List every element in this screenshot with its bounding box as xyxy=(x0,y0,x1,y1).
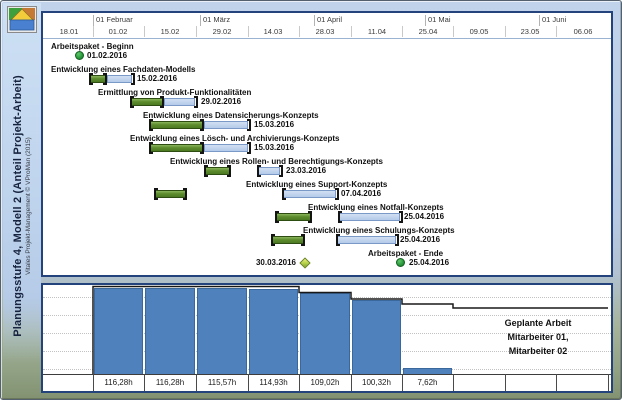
task-bar-planned[interactable] xyxy=(258,167,280,175)
task-bar-planned[interactable] xyxy=(107,75,132,83)
task-bar-actual[interactable] xyxy=(150,121,203,129)
workload-value-cell: 115,57h xyxy=(196,375,248,390)
bar-end-bracket xyxy=(247,119,251,131)
gantt-panel: 01 Februar01 März01 April01 Mai01 Juni 1… xyxy=(41,11,613,277)
task-bar-planned[interactable] xyxy=(283,190,336,198)
task-label: Entwicklung eines Notfall-Konzepts xyxy=(308,203,444,212)
task-label: Arbeitspaket - Beginn xyxy=(51,42,134,51)
task-label: Entwicklung eines Support-Konzepts xyxy=(246,180,387,189)
workload-value-cell xyxy=(453,375,505,390)
task-bar-actual[interactable] xyxy=(272,236,304,244)
gantt-chart-area: Arbeitspaket - Beginn01.02.2016 Entwicklu… xyxy=(43,13,611,275)
bar-start-bracket xyxy=(130,96,134,108)
legend-line: Mitarbeiter 02 xyxy=(475,344,601,358)
bar-mid-bracket xyxy=(308,211,312,223)
task-bar-actual[interactable] xyxy=(150,144,203,152)
task-bar-actual[interactable] xyxy=(155,190,186,198)
task-date: 25.04.2016 xyxy=(404,212,444,222)
milestone-date: 30.03.2016 xyxy=(236,258,296,268)
bar-start-bracket xyxy=(275,211,279,223)
bar-end-bracket xyxy=(279,165,283,177)
milestone-dot[interactable] xyxy=(396,258,405,267)
workload-bar[interactable] xyxy=(145,288,195,374)
bar-start-bracket xyxy=(271,234,275,246)
milestone-diamond[interactable] xyxy=(299,257,310,268)
task-date: 29.02.2016 xyxy=(201,97,241,107)
bar-start-bracket xyxy=(257,165,261,177)
workload-bar[interactable] xyxy=(197,288,247,374)
task-date: 07.04.2016 xyxy=(341,189,381,199)
bar-start-bracket xyxy=(336,234,340,246)
workload-bar[interactable] xyxy=(300,293,350,374)
task-label: Entwicklung eines Fachdaten-Modells xyxy=(51,65,195,74)
bar-start-bracket xyxy=(338,211,342,223)
task-date: 15.03.2016 xyxy=(254,120,294,130)
workload-legend: Geplante ArbeitMitarbeiter 01,Mitarbeite… xyxy=(475,316,601,358)
task-date: 15.03.2016 xyxy=(254,143,294,153)
workload-bar[interactable] xyxy=(94,288,143,374)
app-window: Planungsstufe 4, Modell 2 (Anteil Projek… xyxy=(0,0,622,400)
task-date: 25.04.2016 xyxy=(409,258,449,268)
task-date: 23.03.2016 xyxy=(286,166,326,176)
workload-bar[interactable] xyxy=(249,289,298,374)
bar-end-bracket xyxy=(335,188,339,200)
bar-end-bracket xyxy=(247,142,251,154)
bar-start-bracket xyxy=(204,165,208,177)
bar-end-bracket xyxy=(131,73,135,85)
bar-start-bracket xyxy=(149,119,153,131)
workload-value-cell xyxy=(556,375,608,390)
task-label: Ermittlung von Produkt-Funktionalitäten xyxy=(98,88,251,97)
task-bar-planned[interactable] xyxy=(337,236,396,244)
legend-line: Geplante Arbeit xyxy=(475,316,601,330)
bar-mid-bracket xyxy=(227,165,231,177)
task-bar-planned[interactable] xyxy=(204,144,248,152)
bar-start-bracket xyxy=(154,188,158,200)
workload-value-cell: 109,02h xyxy=(299,375,351,390)
bar-mid-bracket xyxy=(183,188,187,200)
bar-end-bracket xyxy=(395,234,399,246)
bar-mid-bracket xyxy=(200,142,204,154)
workload-value-cell: 114,93h xyxy=(248,375,299,390)
bar-start-bracket xyxy=(149,142,153,154)
workload-bar[interactable] xyxy=(352,300,401,374)
workload-value-cell: 116,28h xyxy=(144,375,196,390)
task-date: 15.02.2016 xyxy=(137,74,177,84)
bar-start-bracket xyxy=(89,73,93,85)
task-label: Entwicklung eines Schulungs-Konzepts xyxy=(303,226,455,235)
task-bar-planned[interactable] xyxy=(339,213,400,221)
task-date: 01.02.2016 xyxy=(87,51,127,61)
bar-start-bracket xyxy=(282,188,286,200)
workload-value-cell xyxy=(505,375,556,390)
sidebar-subtitle: Vitales Projekt-Management © VProMan (20… xyxy=(25,137,32,275)
task-label: Entwicklung eines Rollen- und Berechtigu… xyxy=(170,157,383,166)
bar-end-bracket xyxy=(399,211,403,223)
workload-value-cell: 7,62h xyxy=(402,375,453,390)
sidebar-title: Planungsstufe 4, Modell 2 (Anteil Projek… xyxy=(12,75,24,337)
bar-mid-bracket xyxy=(200,119,204,131)
workload-value-cell: 100,32h xyxy=(351,375,402,390)
bar-mid-bracket xyxy=(160,96,164,108)
bar-mid-bracket xyxy=(103,73,107,85)
workload-value-cell: 116,28h xyxy=(93,375,144,390)
sidebar: Planungsstufe 4, Modell 2 (Anteil Projek… xyxy=(3,3,41,395)
value-cell-separator xyxy=(608,374,609,391)
task-bar-actual[interactable] xyxy=(131,98,163,106)
task-bar-planned[interactable] xyxy=(204,121,248,129)
task-bar-planned[interactable] xyxy=(164,98,195,106)
task-label: Arbeitspaket - Ende xyxy=(368,249,443,258)
task-label: Entwicklung eines Datensicherungs-Konzep… xyxy=(143,111,319,120)
task-bar-actual[interactable] xyxy=(276,213,311,221)
workload-panel: 116,28h116,28h115,57h114,93h109,02h100,3… xyxy=(41,283,613,393)
legend-line: Mitarbeiter 01, xyxy=(475,330,601,344)
task-date: 25.04.2016 xyxy=(400,235,440,245)
bar-mid-bracket xyxy=(301,234,305,246)
milestone-dot[interactable] xyxy=(75,51,84,60)
sidebar-vertical-text: Planungsstufe 4, Modell 2 (Anteil Projek… xyxy=(12,75,32,337)
bar-end-bracket xyxy=(194,96,198,108)
app-logo-icon xyxy=(7,6,37,33)
task-label: Entwicklung eines Lösch- und Archivierun… xyxy=(130,134,340,143)
